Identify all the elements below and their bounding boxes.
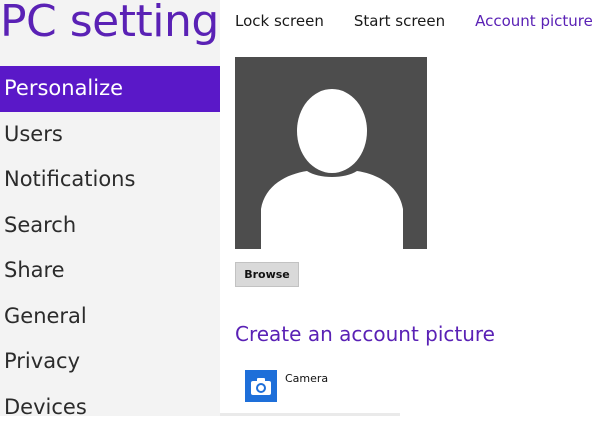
- sidebar-item-notifications[interactable]: Notifications: [0, 157, 220, 203]
- main-content: Lock screen Start screen Account picture…: [220, 0, 592, 416]
- create-account-picture-heading: Create an account picture: [235, 322, 495, 346]
- sidebar-item-personalize[interactable]: Personalize: [0, 66, 220, 112]
- sidebar-item-privacy[interactable]: Privacy: [0, 339, 220, 385]
- tab-account-picture[interactable]: Account picture: [475, 12, 592, 30]
- sidebar-item-users[interactable]: Users: [0, 112, 220, 158]
- camera-icon: [245, 370, 277, 402]
- user-silhouette-icon: [235, 57, 427, 249]
- sidebar-item-search[interactable]: Search: [0, 203, 220, 249]
- tab-start-screen[interactable]: Start screen: [354, 12, 445, 30]
- tab-lock-screen[interactable]: Lock screen: [235, 12, 324, 30]
- camera-tile: [245, 370, 277, 402]
- sidebar-item-general[interactable]: General: [0, 294, 220, 340]
- sidebar-item-share[interactable]: Share: [0, 248, 220, 294]
- sidebar-item-devices[interactable]: Devices: [0, 385, 220, 430]
- sidebar-nav: Personalize Users Notifications Search S…: [0, 66, 220, 430]
- app-title: PC settings: [0, 0, 241, 47]
- camera-app-item[interactable]: Camera: [245, 370, 365, 406]
- browse-button[interactable]: Browse: [235, 262, 299, 287]
- camera-app-label: Camera: [285, 372, 328, 385]
- sidebar: PC settings Personalize Users Notificati…: [0, 0, 220, 416]
- tab-bar: Lock screen Start screen Account picture: [235, 12, 592, 30]
- account-picture: [235, 57, 427, 249]
